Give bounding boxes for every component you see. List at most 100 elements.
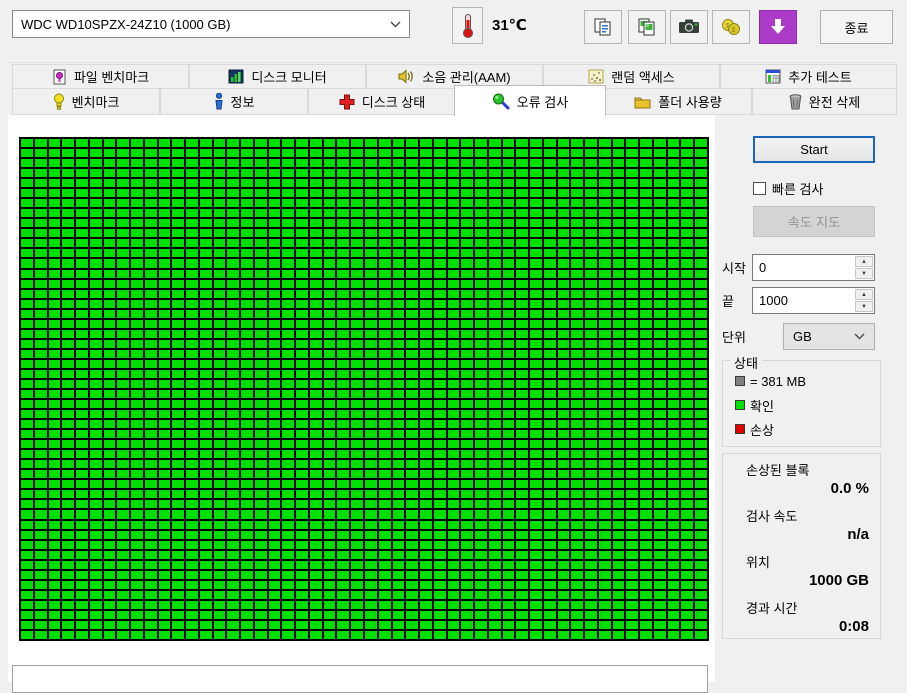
- temperature-button[interactable]: [452, 7, 483, 44]
- legend-label: 확인: [750, 398, 774, 414]
- scan-start-input[interactable]: 0 ▲ ▼: [752, 254, 875, 281]
- scan-block: [597, 579, 612, 590]
- scan-block: [419, 298, 433, 309]
- scan-block: [20, 619, 34, 630]
- scan-end-input[interactable]: 1000 ▲ ▼: [752, 287, 875, 314]
- scan-block: [432, 218, 447, 229]
- copy-text-button[interactable]: [584, 10, 622, 44]
- tab-info[interactable]: 정보: [160, 88, 308, 115]
- scan-block: [625, 288, 640, 299]
- scan-block: [597, 268, 612, 279]
- speed-map-button[interactable]: 속도 지도: [753, 206, 875, 237]
- scan-block: [515, 378, 530, 389]
- scan-block: [652, 629, 667, 640]
- scan-block: [666, 469, 681, 480]
- quick-scan-checkbox[interactable]: [753, 182, 766, 195]
- scan-block: [130, 288, 144, 299]
- scan-block: [33, 449, 48, 460]
- device-select[interactable]: WDC WD10SPZX-24Z10 (1000 GB): [12, 10, 410, 38]
- scan-block: [584, 318, 598, 329]
- scan-block: [157, 368, 172, 379]
- spin-down-icon[interactable]: ▼: [855, 301, 873, 312]
- scan-block: [75, 509, 89, 520]
- scan-block: [584, 278, 598, 289]
- scan-block: [529, 499, 543, 510]
- scan-block: [88, 589, 103, 600]
- scan-block: [446, 378, 461, 389]
- scan-block: [33, 409, 48, 420]
- scan-block: [377, 218, 392, 229]
- scan-block: [240, 549, 254, 560]
- scan-block: [597, 338, 612, 349]
- scan-block: [460, 509, 475, 520]
- scan-block: [460, 479, 475, 490]
- scan-block: [611, 619, 626, 630]
- scan-block: [570, 368, 585, 379]
- scan-block: [391, 248, 406, 259]
- scan-block: [446, 569, 461, 580]
- scan-block: [584, 449, 598, 460]
- scan-block: [584, 549, 598, 560]
- scan-block: [625, 619, 640, 630]
- spin-up-icon[interactable]: ▲: [855, 256, 873, 267]
- scan-block: [515, 248, 530, 259]
- scan-block: [185, 629, 199, 640]
- spin-up-icon[interactable]: ▲: [855, 289, 873, 300]
- tab-disk-monitor[interactable]: 디스크 모니터: [189, 64, 366, 89]
- scan-block: [364, 158, 378, 169]
- scan-block: [267, 248, 282, 259]
- scan-block: [501, 288, 516, 299]
- scan-block: [377, 148, 392, 159]
- scan-block: [460, 328, 475, 339]
- scan-block: [597, 539, 612, 550]
- scan-block: [295, 368, 309, 379]
- scan-block: [639, 198, 653, 209]
- scan-block: [460, 539, 475, 550]
- scan-block: [391, 348, 406, 359]
- scan-block: [130, 278, 144, 289]
- scan-block: [474, 479, 488, 490]
- tab-file-benchmark[interactable]: 파일 벤치마크: [12, 64, 189, 89]
- tab-error-scan[interactable]: 오류 검사: [454, 85, 606, 116]
- scan-block: [515, 609, 530, 620]
- scan-block: [267, 328, 282, 339]
- scan-block: [570, 248, 585, 259]
- scan-block: [295, 298, 309, 309]
- tab-benchmark[interactable]: 벤치마크: [12, 88, 160, 115]
- screenshot-button[interactable]: [670, 10, 708, 44]
- scan-block: [157, 148, 172, 159]
- update-button[interactable]: [759, 10, 797, 44]
- scan-block: [336, 358, 351, 369]
- scan-block: [570, 298, 585, 309]
- tab-folder-usage[interactable]: 폴더 사용량: [604, 88, 752, 115]
- scan-block: [102, 158, 117, 169]
- scan-block: [322, 258, 337, 269]
- scan-block: [405, 378, 420, 389]
- copy-image-button[interactable]: [628, 10, 666, 44]
- donate-button[interactable]: $ $: [712, 10, 750, 44]
- scan-block: [88, 138, 103, 149]
- scan-block: [295, 308, 309, 319]
- scan-block: [460, 368, 475, 379]
- spin-down-icon[interactable]: ▼: [855, 268, 873, 279]
- tab-disk-health[interactable]: 디스크 상태: [308, 88, 456, 115]
- scan-block: [652, 308, 667, 319]
- scan-block: [75, 569, 89, 580]
- scan-block: [391, 509, 406, 520]
- scan-block: [253, 629, 268, 640]
- scan-block: [556, 399, 571, 410]
- unit-select[interactable]: GB: [783, 323, 875, 350]
- scan-block: [240, 399, 254, 410]
- scan-block: [295, 388, 309, 400]
- tab-secure-erase[interactable]: 완전 삭제: [752, 88, 897, 115]
- exit-button[interactable]: 종료: [820, 10, 893, 44]
- scan-block: [33, 579, 48, 590]
- scan-block: [267, 539, 282, 550]
- scan-block: [364, 519, 378, 530]
- tab-extra-tests[interactable]: 추가 테스트: [720, 64, 897, 89]
- scan-block: [350, 338, 364, 349]
- scan-block: [253, 469, 268, 480]
- scan-block: [20, 198, 34, 209]
- scan-block: [364, 509, 378, 520]
- start-scan-button[interactable]: Start: [753, 136, 875, 163]
